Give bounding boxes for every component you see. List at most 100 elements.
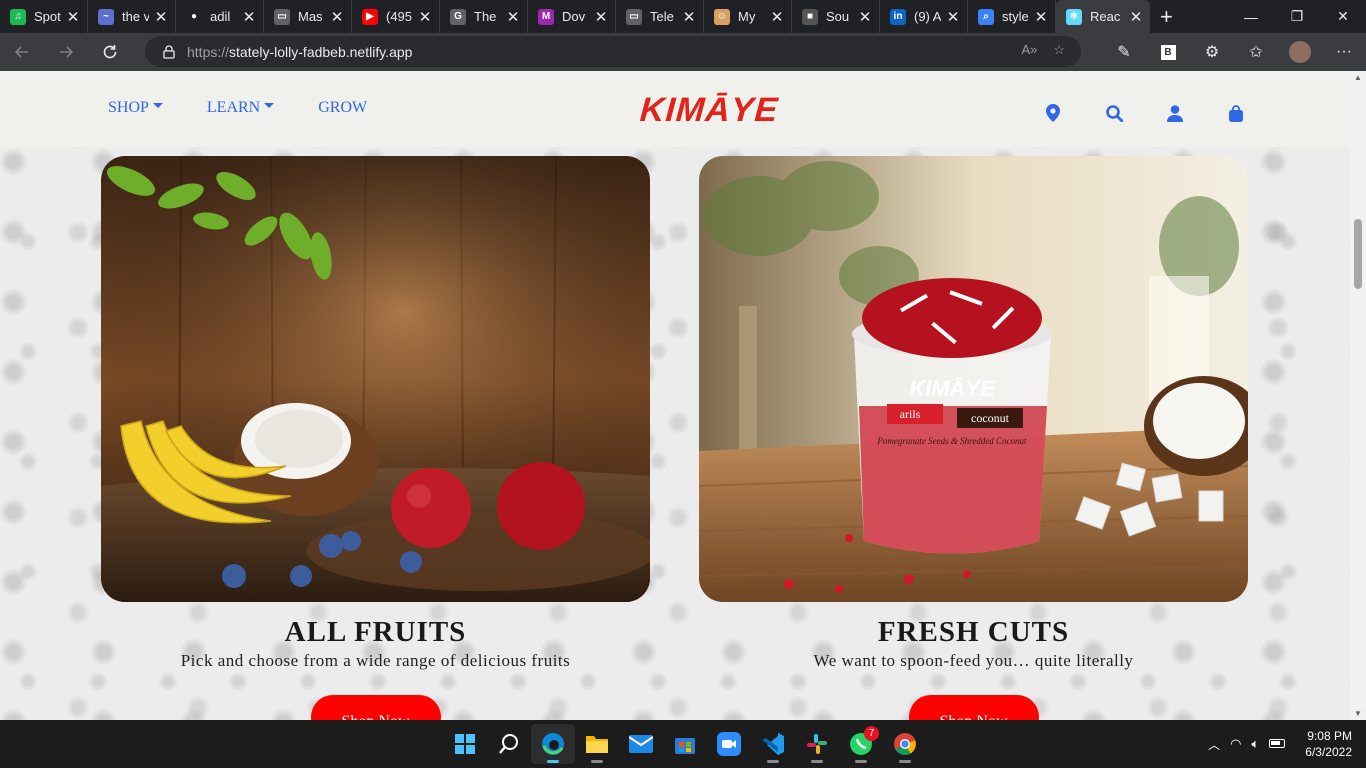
youtube-icon: ▶: [362, 8, 378, 25]
chevron-down-icon: [152, 102, 163, 108]
close-tab-icon[interactable]: ✕: [153, 8, 169, 26]
extensions-puzzle-icon[interactable]: ⚙: [1190, 33, 1234, 71]
taskbar-search-button[interactable]: [487, 724, 531, 764]
taskbar-whatsapp-button[interactable]: 7: [839, 724, 883, 764]
read-aloud-icon[interactable]: A»: [1021, 42, 1037, 58]
cup-description: Pomegranate Seeds & Shredded Coconut: [876, 436, 1027, 446]
browser-tab[interactable]: ♫ Spot ✕: [0, 0, 88, 33]
tab-title: adil: [210, 9, 231, 24]
shopping-bag-icon[interactable]: [1226, 103, 1246, 123]
volume-icon[interactable]: 🔈︎: [1251, 736, 1259, 752]
taskbar-file-explorer-button[interactable]: [575, 724, 619, 764]
scroll-down-icon[interactable]: ▼: [1350, 709, 1366, 718]
taskbar-mail-button[interactable]: [619, 724, 663, 764]
extension-b-icon[interactable]: B: [1146, 33, 1190, 71]
taskbar-edge-button[interactable]: [531, 724, 575, 764]
user-icon[interactable]: [1165, 103, 1185, 123]
taskbar-slack-button[interactable]: [795, 724, 839, 764]
browser-tab[interactable]: ■ Sou ✕: [792, 0, 880, 33]
reload-button[interactable]: [88, 33, 132, 71]
close-tab-icon[interactable]: ✕: [1128, 8, 1144, 26]
new-tab-button[interactable]: +: [1150, 0, 1183, 33]
close-tab-icon[interactable]: ✕: [857, 8, 873, 26]
close-tab-icon[interactable]: ✕: [65, 8, 81, 26]
more-menu-icon[interactable]: ···: [1322, 33, 1366, 71]
nav-grow[interactable]: GROW: [318, 99, 367, 117]
tab-title: (495: [386, 9, 413, 24]
wifi-icon[interactable]: ◠: [1230, 736, 1241, 752]
browser-tab[interactable]: ⚛ Reac ✕: [1056, 0, 1150, 33]
scrollbar-thumb[interactable]: [1354, 219, 1362, 289]
card-title: FRESH CUTS: [877, 616, 1070, 648]
page-scrollbar[interactable]: ▲ ▼: [1350, 71, 1366, 720]
taskbar-store-button[interactable]: [663, 724, 707, 764]
tab-title: Reac: [1090, 9, 1121, 24]
running-indicator: [855, 760, 867, 763]
running-indicator: [591, 760, 603, 763]
restore-button[interactable]: ❐: [1274, 0, 1320, 33]
chevron-up-icon[interactable]: ︿: [1208, 736, 1220, 753]
browser-tab[interactable]: M Dov ✕: [528, 0, 616, 33]
browser-tab-strip: ♫ Spot ✕ ~ the v ✕ ● adil ✕ ▭ Mas ✕ ▶ (495 ✕ G The ✕ M Dov ✕…: [0, 0, 1366, 33]
browser-tab[interactable]: ☺ My ✕: [704, 0, 792, 33]
search-icon[interactable]: [1104, 103, 1124, 123]
zoom-icon: [717, 732, 741, 756]
battery-icon[interactable]: [1269, 735, 1286, 753]
browser-tab[interactable]: ~ the v ✕: [88, 0, 176, 33]
site-logo[interactable]: KIMĀYE: [639, 91, 780, 130]
nav-shop[interactable]: SHOP: [108, 99, 163, 117]
clock-time: 9:08 PM: [1307, 729, 1352, 743]
taskbar-windows-start-button[interactable]: [443, 724, 487, 764]
browser-tab[interactable]: in (9) A ✕: [880, 0, 968, 33]
vscode-icon: [761, 732, 785, 756]
g-icon: G: [450, 8, 466, 25]
close-tab-icon[interactable]: ✕: [505, 8, 521, 26]
browser-tab[interactable]: ▶ (495 ✕: [352, 0, 440, 33]
extension-pen-icon[interactable]: ✎: [1102, 33, 1146, 71]
close-tab-icon[interactable]: ✕: [329, 8, 345, 26]
browser-tab[interactable]: G The ✕: [440, 0, 528, 33]
browser-tab[interactable]: ● adil ✕: [176, 0, 264, 33]
taskbar-zoom-button[interactable]: [707, 724, 751, 764]
nav-learn[interactable]: LEARN: [207, 99, 275, 117]
back-button[interactable]: [0, 33, 44, 71]
notification-badge: 7: [864, 726, 879, 741]
close-window-button[interactable]: ✕: [1320, 0, 1366, 33]
shop-now-button[interactable]: Shop Now: [908, 695, 1039, 720]
scroll-up-icon[interactable]: ▲: [1350, 73, 1366, 82]
taskbar-chrome-button[interactable]: [883, 724, 927, 764]
cup-tag-coconut: coconut: [971, 411, 1010, 425]
all-fruits-image[interactable]: [101, 156, 650, 602]
profile-avatar[interactable]: [1278, 33, 1322, 71]
favorite-star-icon[interactable]: ☆: [1053, 42, 1065, 58]
close-tab-icon[interactable]: ✕: [241, 8, 257, 26]
address-bar[interactable]: https://stately-lolly-fadbeb.netlify.app…: [145, 36, 1081, 67]
fresh-cuts-image[interactable]: KIMĀYE arils coconut Pomegranate Seeds &…: [699, 156, 1248, 602]
shop-now-button[interactable]: Shop Now: [310, 695, 441, 720]
site-header: SHOP LEARN GROW KIMĀYE: [0, 71, 1350, 147]
location-pin-icon[interactable]: [1043, 103, 1063, 123]
windows-start-icon: [454, 733, 476, 755]
close-tab-icon[interactable]: ✕: [593, 8, 609, 26]
close-tab-icon[interactable]: ✕: [681, 8, 697, 26]
close-tab-icon[interactable]: ✕: [417, 8, 433, 26]
browser-tab[interactable]: ▭ Tele ✕: [616, 0, 704, 33]
browser-tab[interactable]: ⌕ style ✕: [968, 0, 1056, 33]
browser-tab[interactable]: ▭ Mas ✕: [264, 0, 352, 33]
tab-title: Sou: [826, 9, 850, 24]
tab-title: style: [1002, 9, 1029, 24]
site-icon: ~: [98, 8, 114, 25]
clock[interactable]: 9:08 PM 6/3/2022: [1305, 728, 1352, 760]
forward-button[interactable]: [44, 33, 88, 71]
taskbar-vscode-button[interactable]: [751, 724, 795, 764]
favorites-icon[interactable]: ✩: [1234, 33, 1278, 71]
close-tab-icon[interactable]: ✕: [769, 8, 785, 26]
header-icons: [1043, 103, 1246, 123]
close-tab-icon[interactable]: ✕: [1033, 8, 1049, 26]
cup-brand-text: KIMĀYE: [909, 376, 996, 401]
close-tab-icon[interactable]: ✕: [945, 8, 961, 26]
tab-title: Spot: [34, 9, 61, 24]
minimize-button[interactable]: —: [1228, 0, 1274, 33]
page-icon: ▭: [626, 8, 642, 25]
person-icon: ■: [802, 8, 818, 25]
